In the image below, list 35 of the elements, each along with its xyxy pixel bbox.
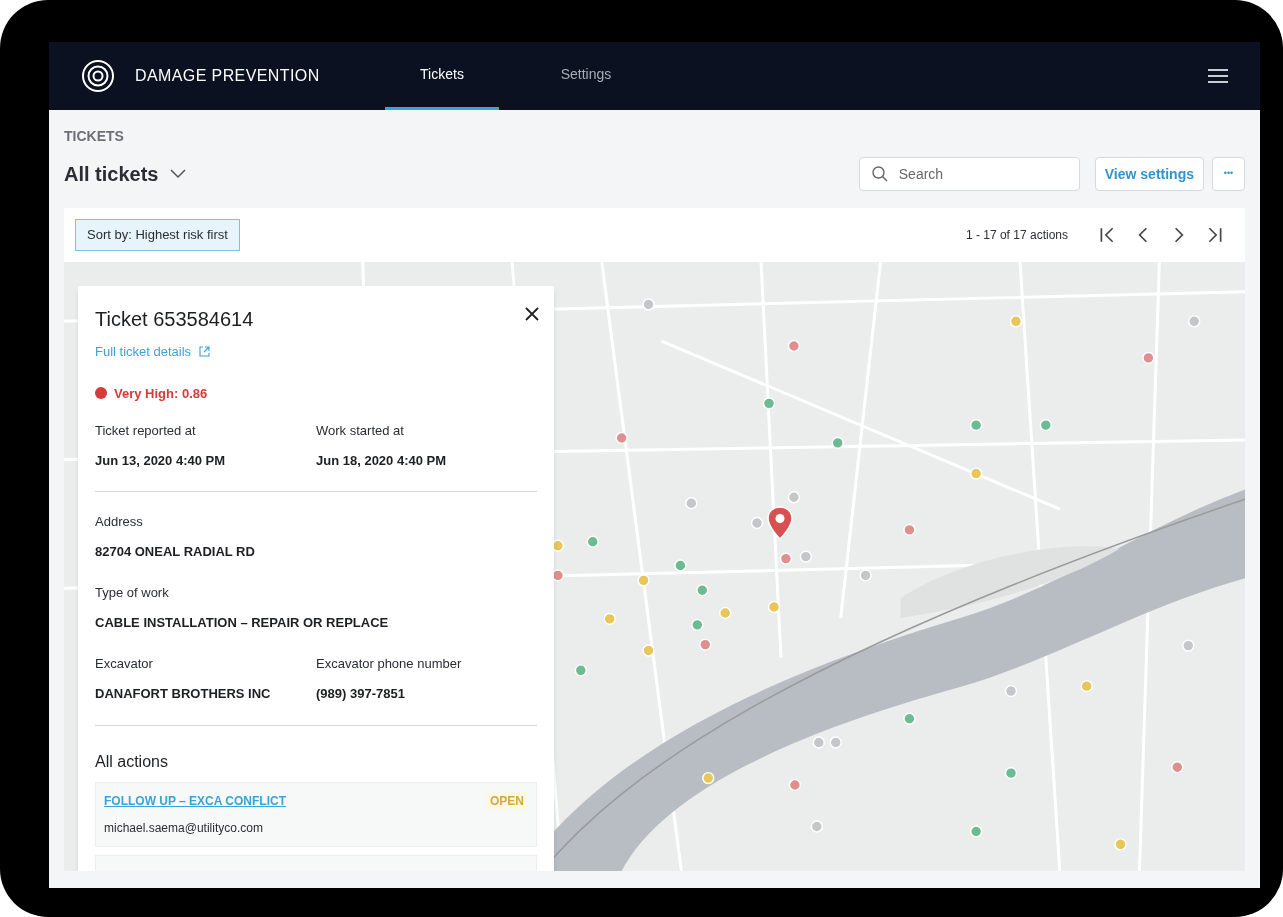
field-label: Address	[95, 513, 144, 531]
field-label: Work started at	[316, 422, 405, 440]
view-dropdown[interactable]: All tickets	[64, 159, 187, 189]
field-value: CABLE INSTALLATION – REPAIR OR REPLACE	[95, 613, 390, 632]
close-icon[interactable]	[525, 307, 539, 321]
external-link-icon	[199, 346, 211, 358]
sort-button[interactable]: Sort by: Highest risk first	[75, 219, 240, 251]
chevron-down-icon	[170, 169, 187, 179]
first-page-icon[interactable]	[1098, 226, 1116, 244]
risk-score: Very High: 0.86	[114, 384, 208, 403]
field-value: DANAFORT BROTHERS INC	[95, 684, 272, 703]
search-field[interactable]: Search	[858, 157, 1080, 191]
target-logo-icon	[81, 59, 115, 93]
nav-tab[interactable]: Settings	[529, 42, 643, 110]
action-card[interactable]: FOLLOW UP – EXCA CONFLICT OPEN michael.saema@utilityco.com	[95, 782, 537, 847]
field-label: Type of work	[95, 584, 170, 602]
nav-tab[interactable]: Tickets	[385, 42, 499, 110]
field-value: 82704 ONEAL RADIAL RD	[95, 542, 256, 561]
pagination-text: 1 - 17 of 17 actions	[965, 227, 1068, 244]
search-icon	[871, 166, 888, 182]
field-value: Jun 18, 2020 4:40 PM	[316, 451, 448, 470]
field-value: Jun 13, 2020 4:40 PM	[95, 451, 227, 470]
field-label: Excavator	[95, 655, 154, 673]
ticket-title: Ticket 653584614	[95, 307, 254, 332]
map-pin-icon[interactable]	[767, 506, 793, 542]
assignee-email: michael.saema@utilityco.com	[104, 820, 264, 837]
last-page-icon[interactable]	[1206, 226, 1224, 244]
menu-icon[interactable]	[1208, 69, 1228, 83]
app-title: DAMAGE PREVENTION	[135, 66, 321, 86]
status-label: OPEN	[486, 792, 528, 810]
field-label: Excavator phone number	[316, 655, 463, 673]
field-label: Ticket reported at	[95, 422, 197, 440]
actions-heading: All actions	[95, 753, 168, 770]
section-label: TICKETS	[64, 127, 125, 146]
field-value: (989) 397-7851	[316, 684, 406, 703]
